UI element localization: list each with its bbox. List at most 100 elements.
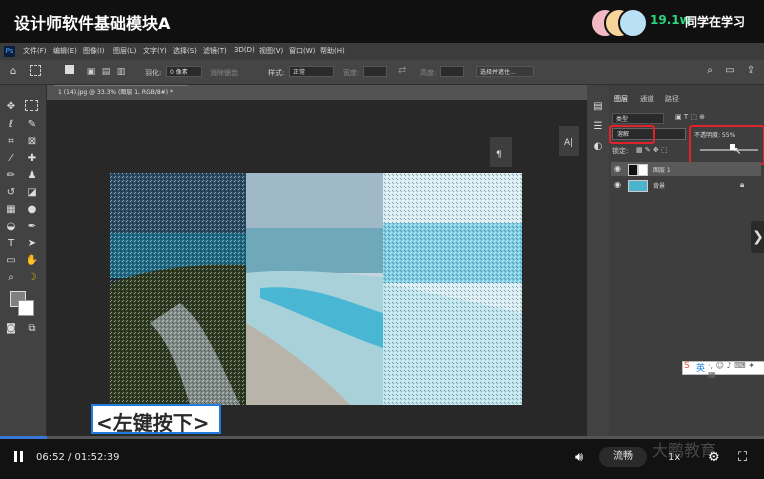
menu-layer[interactable]: 图层(L) bbox=[113, 46, 136, 56]
search-icon[interactable]: ⌕ bbox=[703, 64, 717, 78]
width-input[interactable] bbox=[363, 66, 387, 77]
playback-time: 06:52 / 01:52:39 bbox=[36, 452, 120, 463]
workspace-icon[interactable]: ▭ bbox=[723, 64, 737, 78]
brush-tool-icon[interactable]: ✏ bbox=[4, 169, 18, 183]
healing-brush-tool-icon[interactable]: ✚ bbox=[25, 152, 39, 166]
learner-avatars bbox=[590, 8, 648, 38]
gradient-tool-icon[interactable]: ▦ bbox=[4, 203, 18, 217]
quick-mask-icon[interactable]: ◙ bbox=[4, 322, 18, 336]
layer-thumbnail bbox=[628, 180, 648, 192]
subtract-selection-icon[interactable]: ▤ bbox=[99, 65, 113, 79]
menu-help[interactable]: 帮助(H) bbox=[320, 46, 345, 56]
expand-panel-arrow-icon[interactable]: ❯ bbox=[751, 221, 764, 253]
avatar bbox=[618, 8, 648, 38]
menu-select[interactable]: 选择(S) bbox=[173, 46, 197, 56]
quick-select-tool-icon[interactable]: ✎ bbox=[25, 118, 39, 132]
ime-tool-icons[interactable]: ·, ☺ ♪ ⌨ ✦ ▦ bbox=[708, 361, 764, 379]
collapsed-panels-strip bbox=[587, 85, 609, 437]
menu-image[interactable]: 图像(I) bbox=[83, 46, 105, 56]
volume-icon[interactable]: 🔊︎ bbox=[575, 450, 583, 465]
antialias-checkbox-label[interactable]: 消除锯齿 bbox=[210, 68, 238, 78]
type-tool-icon[interactable]: T bbox=[4, 237, 18, 251]
history-brush-tool-icon[interactable]: ↺ bbox=[4, 186, 18, 200]
cursor-pointer-icon: ↖ bbox=[733, 146, 742, 157]
opacity-highlight bbox=[689, 125, 764, 165]
pause-icon-bar[interactable] bbox=[20, 451, 23, 462]
shape-tool-icon[interactable]: ▭ bbox=[4, 254, 18, 268]
blur-tool-icon[interactable]: ● bbox=[25, 203, 39, 217]
progress-track[interactable] bbox=[0, 436, 764, 439]
quality-button[interactable]: 流畅 bbox=[599, 447, 647, 467]
beach-photo bbox=[110, 173, 522, 405]
feather-label: 羽化: bbox=[145, 69, 162, 77]
menu-3d[interactable]: 3D(D) bbox=[234, 46, 255, 54]
style-label: 样式: bbox=[268, 69, 285, 77]
swap-icon[interactable]: ⇄ bbox=[398, 65, 406, 76]
height-input[interactable] bbox=[440, 66, 464, 77]
visibility-eye-icon[interactable]: ◉ bbox=[614, 164, 621, 173]
layer-row-layer1[interactable]: ◉ 图层 1 bbox=[611, 162, 761, 176]
new-selection-icon[interactable] bbox=[65, 65, 74, 74]
hand-tool-icon[interactable]: ✋ bbox=[25, 254, 39, 268]
visibility-eye-icon[interactable]: ◉ bbox=[614, 180, 621, 189]
adjustments-panel-icon[interactable]: ◐ bbox=[591, 140, 605, 154]
move-tool-icon[interactable]: ✥ bbox=[4, 100, 18, 114]
intersect-selection-icon[interactable]: ▥ bbox=[114, 65, 128, 79]
layer-row-background[interactable]: ◉ 背景 🔒︎ bbox=[611, 178, 761, 192]
add-selection-icon[interactable]: ▣ bbox=[84, 65, 98, 79]
layer-name: 背景 bbox=[653, 183, 666, 190]
stamp-tool-icon[interactable]: ♟ bbox=[25, 169, 39, 183]
lock-icons[interactable]: ▦ ✎ ✥ ⬚ bbox=[636, 146, 668, 154]
keypress-hint: <左键按下> bbox=[96, 411, 210, 435]
feather-input[interactable]: 0 像素 bbox=[166, 66, 202, 77]
lasso-tool-icon[interactable]: ℓ bbox=[4, 118, 18, 132]
layer-thumbnail bbox=[628, 164, 638, 176]
menu-filter[interactable]: 滤镜(T) bbox=[203, 46, 227, 56]
tab-paths[interactable]: 路径 bbox=[665, 94, 679, 104]
blend-mode-highlight bbox=[609, 125, 655, 144]
height-label: 高度: bbox=[420, 69, 437, 77]
share-icon[interactable]: ⇪ bbox=[744, 64, 758, 78]
lock-label: 锁定: bbox=[612, 147, 629, 155]
fullscreen-icon[interactable]: ⛶ bbox=[738, 450, 747, 465]
progress-fill bbox=[0, 436, 47, 439]
rect-marquee-tool-icon[interactable] bbox=[25, 100, 38, 111]
eyedropper-tool-icon[interactable]: ⁄ bbox=[4, 152, 18, 166]
crop-tool-icon[interactable]: ⌗ bbox=[4, 135, 18, 149]
sogou-icon: S bbox=[684, 361, 690, 371]
home-icon[interactable]: ⌂ bbox=[6, 65, 20, 79]
tab-channels[interactable]: 通道 bbox=[640, 94, 654, 104]
layer-mask-thumbnail bbox=[638, 164, 648, 176]
layer-kind-filter[interactable]: 类型 bbox=[612, 113, 664, 124]
pause-icon[interactable] bbox=[14, 451, 17, 462]
course-title: 设计师软件基础模块A bbox=[14, 14, 171, 33]
opacity-slider[interactable] bbox=[700, 149, 758, 151]
zoom-tool-icon[interactable]: ⌕ bbox=[4, 271, 18, 285]
style-select[interactable]: 正常 bbox=[289, 66, 334, 77]
select-and-mask-button[interactable]: 选择并遮住... bbox=[476, 66, 534, 77]
background-color-swatch[interactable] bbox=[18, 300, 34, 316]
menu-file[interactable]: 文件(F) bbox=[23, 46, 47, 56]
ime-language[interactable]: 英 bbox=[696, 361, 705, 374]
screen-mode-icon[interactable]: ⧉ bbox=[25, 322, 39, 336]
history-panel-icon[interactable]: ▤ bbox=[591, 100, 605, 114]
menu-view[interactable]: 视图(V) bbox=[259, 46, 283, 56]
menu-edit[interactable]: 编辑(E) bbox=[53, 46, 77, 56]
canvas-image[interactable] bbox=[110, 173, 522, 405]
path-select-tool-icon[interactable]: ➤ bbox=[25, 237, 39, 251]
character-icon[interactable]: A| bbox=[564, 138, 573, 148]
menu-type[interactable]: 文字(Y) bbox=[143, 46, 167, 56]
menu-window[interactable]: 窗口(W) bbox=[289, 46, 315, 56]
tab-layers[interactable]: 图层 bbox=[614, 94, 628, 104]
filter-icons[interactable]: ▣ T ⬚ ⊕ bbox=[675, 113, 705, 121]
marquee-tool-icon[interactable] bbox=[30, 65, 41, 76]
pen-tool-icon[interactable]: ✒ bbox=[25, 220, 39, 234]
settings-gear-icon[interactable]: ⚙ bbox=[708, 450, 720, 465]
document-tab-label: 1 (14).jpg @ 33.3% (图层 1, RGB/8#) * bbox=[58, 89, 173, 96]
properties-panel-icon[interactable]: ☰ bbox=[591, 120, 605, 134]
paragraph-icon[interactable]: ¶ bbox=[496, 150, 502, 160]
frame-tool-icon[interactable]: ⊠ bbox=[25, 135, 39, 149]
dodge-tool-icon[interactable]: ◒ bbox=[4, 220, 18, 234]
eraser-tool-icon[interactable]: ◪ bbox=[25, 186, 39, 200]
lock-icon: 🔒︎ bbox=[740, 180, 745, 189]
